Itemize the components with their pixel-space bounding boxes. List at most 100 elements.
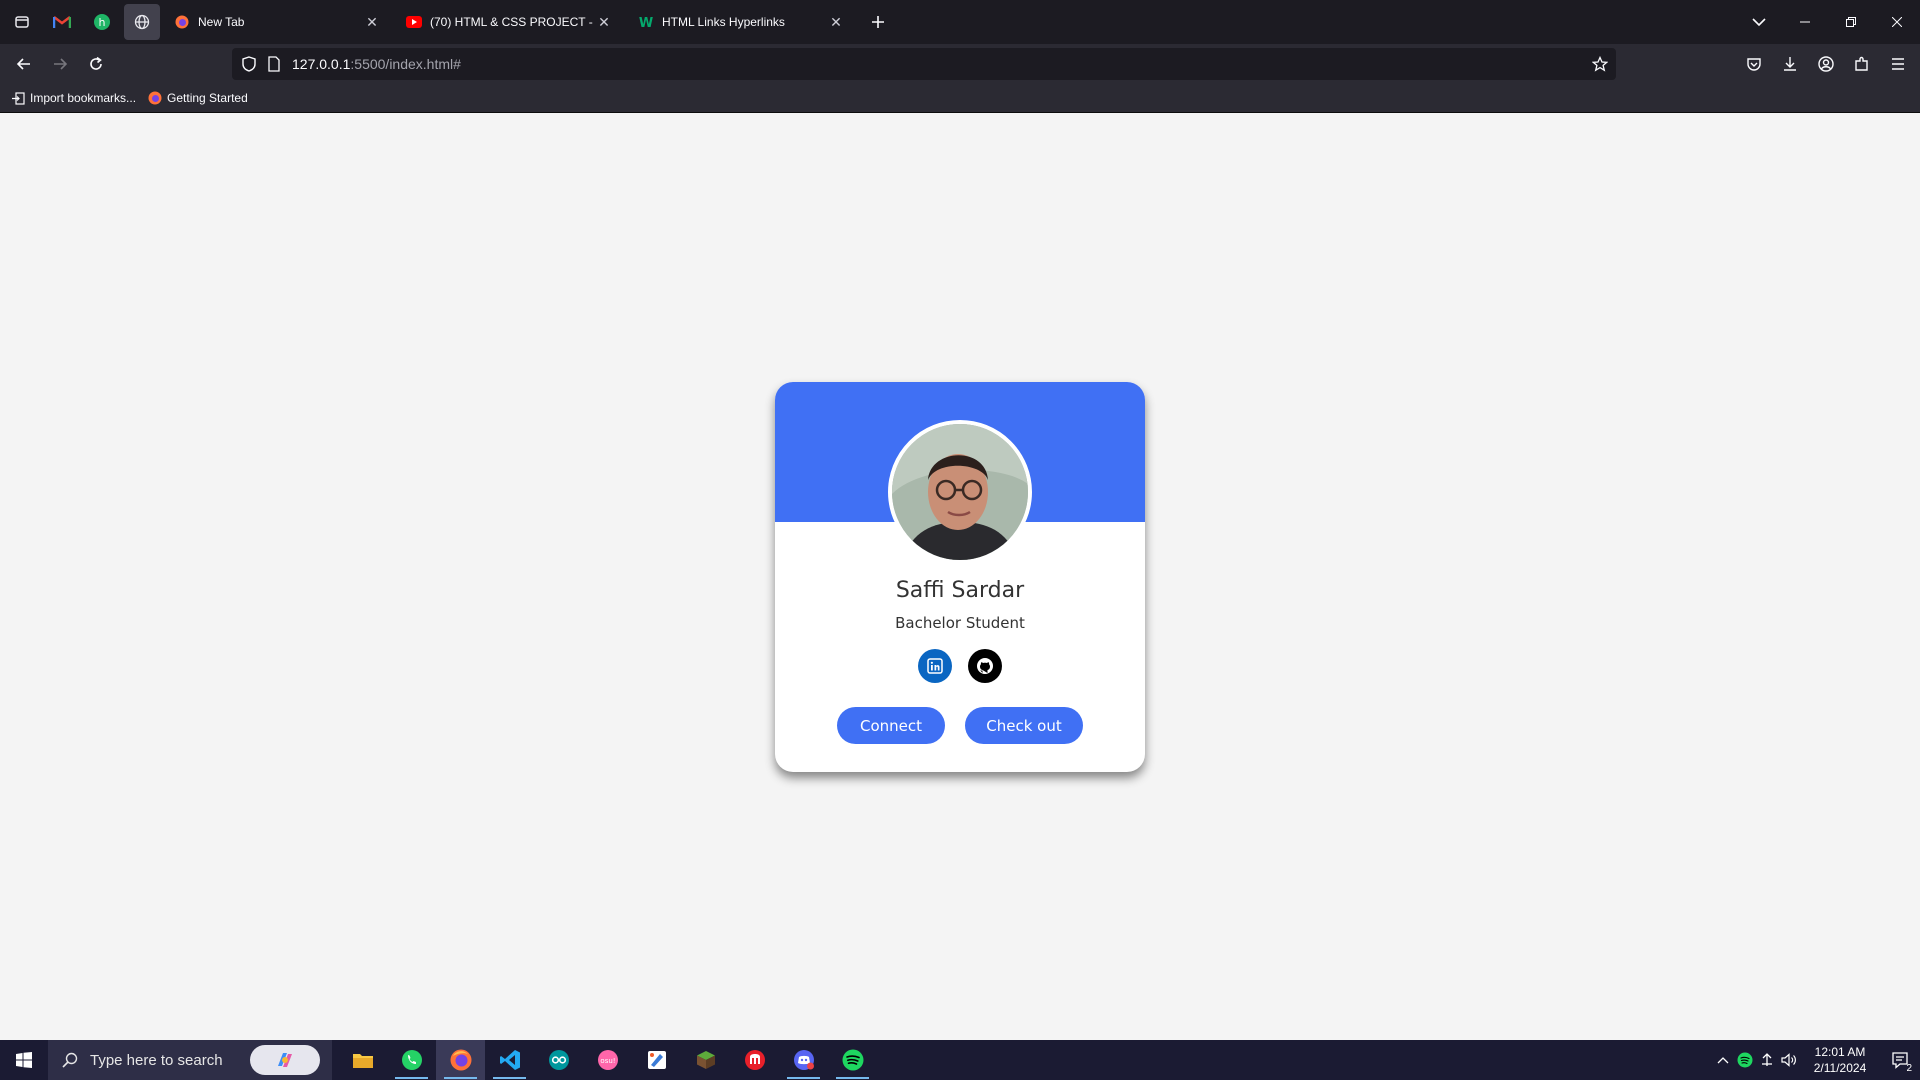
spotify-app[interactable] [828,1040,877,1080]
chevron-up-icon [1717,1057,1729,1064]
downloads-button[interactable] [1772,48,1808,80]
github-link[interactable] [968,649,1002,683]
paint-icon [647,1051,666,1069]
bookmark-getting-started[interactable]: Getting Started [148,91,248,105]
tab-overview-button[interactable] [4,4,40,40]
arduino-app[interactable] [534,1040,583,1080]
pocket-icon [1747,58,1761,71]
download-icon [1784,57,1796,71]
profile-role: Bachelor Student [895,614,1025,632]
linkedin-link[interactable] [918,649,952,683]
bookmark-star-icon[interactable] [1592,56,1608,72]
github-icon [977,658,993,674]
avatar [888,420,1032,564]
tray-network[interactable] [1756,1040,1778,1080]
tab-list-icon [15,16,29,28]
windows-taskbar: Type here to search osu! 12:01 AM 2/11/2… [0,1040,1920,1080]
windows-logo-icon [16,1052,32,1068]
close-tab-icon[interactable]: ✕ [362,14,382,31]
show-hidden-icons[interactable] [1712,1040,1734,1080]
reload-icon [90,56,102,70]
green-app-icon: h [94,14,110,30]
red-app-icon [744,1050,765,1070]
menu-button[interactable] [1880,48,1916,80]
tab-bar: h New Tab ✕ (70) HTML & CSS PROJECT - Yo… [0,0,1920,44]
reload-button[interactable] [78,48,114,80]
pocket-button[interactable] [1736,48,1772,80]
osu-app[interactable]: osu! [583,1040,632,1080]
firefox-icon [450,1049,471,1071]
whatsapp-icon [401,1050,422,1070]
firefox-app[interactable] [436,1040,485,1080]
tab-title: HTML Links Hyperlinks [662,15,785,29]
arduino-icon [548,1050,569,1070]
tray-volume[interactable] [1778,1040,1800,1080]
svg-text:h: h [99,16,106,29]
pinned-tab-app[interactable]: h [84,4,120,40]
minimize-button[interactable] [1782,0,1828,44]
osu-icon: osu! [597,1050,618,1070]
list-all-tabs-button[interactable] [1736,0,1782,44]
spotify-icon [842,1049,863,1071]
new-tab-button[interactable] [862,6,894,38]
navigation-bar: 127.0.0.1:5500/index.html# [0,44,1920,84]
account-button[interactable] [1808,48,1844,80]
start-button[interactable] [0,1040,48,1080]
restore-icon [1846,17,1856,27]
url-host: 127.0.0.1 [292,56,351,72]
back-arrow-icon [16,58,30,70]
spotify-icon [1737,1052,1753,1068]
file-explorer-app[interactable] [338,1040,387,1080]
vscode-app[interactable] [485,1040,534,1080]
shield-icon[interactable] [242,56,256,72]
restore-button[interactable] [1828,0,1874,44]
close-window-button[interactable] [1874,0,1920,44]
taskbar-search[interactable]: Type here to search [48,1040,332,1080]
tray-spotify[interactable] [1734,1040,1756,1080]
firefox-icon [148,91,162,105]
whatsapp-app[interactable] [387,1040,436,1080]
profile-card: Saffi Sardar Bachelor Student Connect Ch… [775,382,1145,772]
bookmark-label: Getting Started [167,91,248,105]
vscode-icon [499,1050,520,1070]
forward-button[interactable] [42,48,78,80]
pinned-tab-gmail[interactable] [44,4,80,40]
copilot-button[interactable] [250,1045,320,1075]
taskbar-clock[interactable]: 12:01 AM 2/11/2024 [1800,1044,1880,1076]
plus-icon [872,16,884,28]
window-controls [1736,0,1920,44]
pinned-tab-globe[interactable] [124,4,160,40]
tab-w3schools[interactable]: W HTML Links Hyperlinks ✕ [628,4,856,40]
svg-text:osu!: osu! [600,1057,615,1065]
check-out-button[interactable]: Check out [965,707,1083,744]
linkedin-icon [927,658,943,674]
connect-button[interactable]: Connect [837,707,945,744]
hamburger-icon [1892,58,1904,70]
paint-app[interactable] [632,1040,681,1080]
clock-time: 12:01 AM [1814,1045,1866,1059]
social-links [918,649,1002,683]
minecraft-icon [696,1051,715,1069]
copilot-icon [278,1053,292,1067]
game-launcher-app[interactable] [730,1040,779,1080]
close-tab-icon[interactable]: ✕ [826,14,846,31]
tab-title: (70) HTML & CSS PROJECT - Yo [430,15,594,29]
gmail-icon [53,16,71,28]
minecraft-app[interactable] [681,1040,730,1080]
discord-app[interactable] [779,1040,828,1080]
clock-date: 2/11/2024 [1813,1061,1867,1075]
w3schools-icon: W [638,14,654,30]
tab-youtube[interactable]: (70) HTML & CSS PROJECT - Yo ✕ [396,4,624,40]
tab-title: New Tab [198,15,245,29]
address-bar[interactable]: 127.0.0.1:5500/index.html# [232,48,1616,80]
profile-name: Saffi Sardar [895,578,1025,603]
back-button[interactable] [6,48,42,80]
extensions-button[interactable] [1844,48,1880,80]
bookmark-import[interactable]: Import bookmarks... [12,91,136,105]
tab-new-tab[interactable]: New Tab ✕ [164,4,392,40]
close-tab-icon[interactable]: ✕ [594,14,614,31]
forward-arrow-icon [54,58,68,70]
page-icon[interactable] [268,56,280,72]
notification-center-button[interactable]: 2 [1880,1040,1920,1080]
puzzle-icon [1855,56,1868,71]
